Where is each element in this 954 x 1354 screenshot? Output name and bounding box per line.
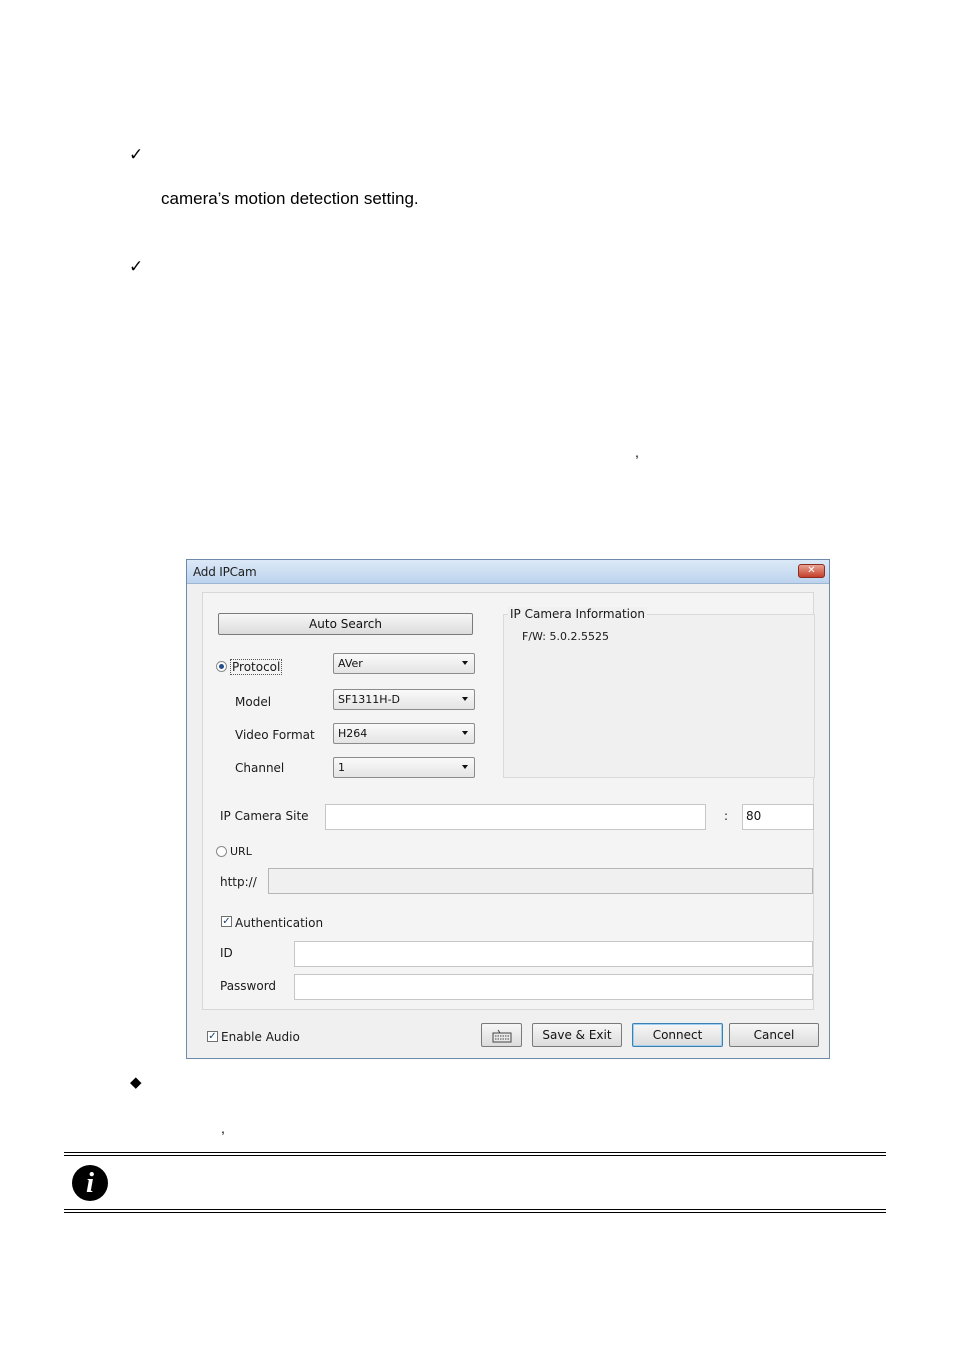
chevron-down-icon <box>462 731 468 735</box>
save-exit-button[interactable]: Save & Exit <box>532 1023 622 1047</box>
chevron-down-icon <box>462 765 468 769</box>
channel-select[interactable]: 1 <box>333 757 475 778</box>
info-icon: i <box>72 1165 108 1201</box>
video-format-label: Video Format <box>235 728 315 742</box>
comma-mark: , <box>221 1120 225 1136</box>
checkmark-bullet: ✓ <box>129 257 144 277</box>
ip-camera-site-label: IP Camera Site <box>220 809 309 823</box>
id-input[interactable] <box>294 941 813 967</box>
url-radio[interactable] <box>216 846 227 857</box>
authentication-checkbox[interactable]: ✓ <box>221 916 232 927</box>
chevron-down-icon <box>462 697 468 701</box>
http-prefix-label: http:// <box>220 875 257 889</box>
connect-button[interactable]: Connect <box>632 1023 723 1047</box>
video-format-value: H264 <box>338 727 368 740</box>
url-input[interactable] <box>268 868 813 894</box>
add-ipcam-dialog: Add IPCam ✕ Auto Search Protocol AVer Mo… <box>186 559 830 1059</box>
note-top-rule <box>64 1152 886 1153</box>
checkmark-bullet: ✓ <box>129 145 144 165</box>
url-label: URL <box>230 845 252 858</box>
note-top-rule-inner <box>64 1155 886 1156</box>
dialog-title: Add IPCam <box>193 565 257 579</box>
port-input[interactable]: 80 <box>742 804 814 830</box>
note-bottom-rule <box>64 1209 886 1210</box>
channel-value: 1 <box>338 761 345 774</box>
enable-audio-label: Enable Audio <box>221 1030 300 1044</box>
model-select[interactable]: SF1311H-D <box>333 689 475 710</box>
protocol-label: Protocol <box>230 659 283 675</box>
enable-audio-checkbox[interactable]: ✓ <box>207 1031 218 1042</box>
close-icon: ✕ <box>807 565 816 576</box>
password-input[interactable] <box>294 974 813 1000</box>
ip-camera-site-input[interactable] <box>325 804 706 830</box>
close-button[interactable]: ✕ <box>798 564 825 578</box>
chevron-down-icon <box>462 661 468 665</box>
model-value: SF1311H-D <box>338 693 401 706</box>
comma-mark: , <box>635 444 639 460</box>
motion-detection-text: camera’s motion detection setting. <box>161 189 419 208</box>
note-bottom-rule-inner <box>64 1212 886 1213</box>
authentication-label: Authentication <box>235 916 324 930</box>
firmware-version: F/W: 5.0.2.5525 <box>522 630 609 643</box>
dialog-titlebar: Add IPCam ✕ <box>187 560 829 584</box>
port-value: 80 <box>746 809 762 823</box>
id-label: ID <box>220 946 233 960</box>
keyboard-icon <box>492 1029 511 1043</box>
password-label: Password <box>220 979 277 993</box>
port-separator: : <box>724 809 729 823</box>
protocol-radio[interactable] <box>216 661 227 672</box>
protocol-value: AVer <box>338 657 363 670</box>
video-format-select[interactable]: H264 <box>333 723 475 744</box>
model-label: Model <box>235 695 272 709</box>
cancel-button[interactable]: Cancel <box>729 1023 819 1047</box>
protocol-select[interactable]: AVer <box>333 653 475 674</box>
keyboard-button[interactable] <box>481 1023 522 1047</box>
diamond-bullet: ◆ <box>130 1073 142 1091</box>
ip-camera-info-title: IP Camera Information <box>508 607 647 621</box>
auto-search-button[interactable]: Auto Search <box>218 613 473 635</box>
channel-label: Channel <box>235 761 285 775</box>
